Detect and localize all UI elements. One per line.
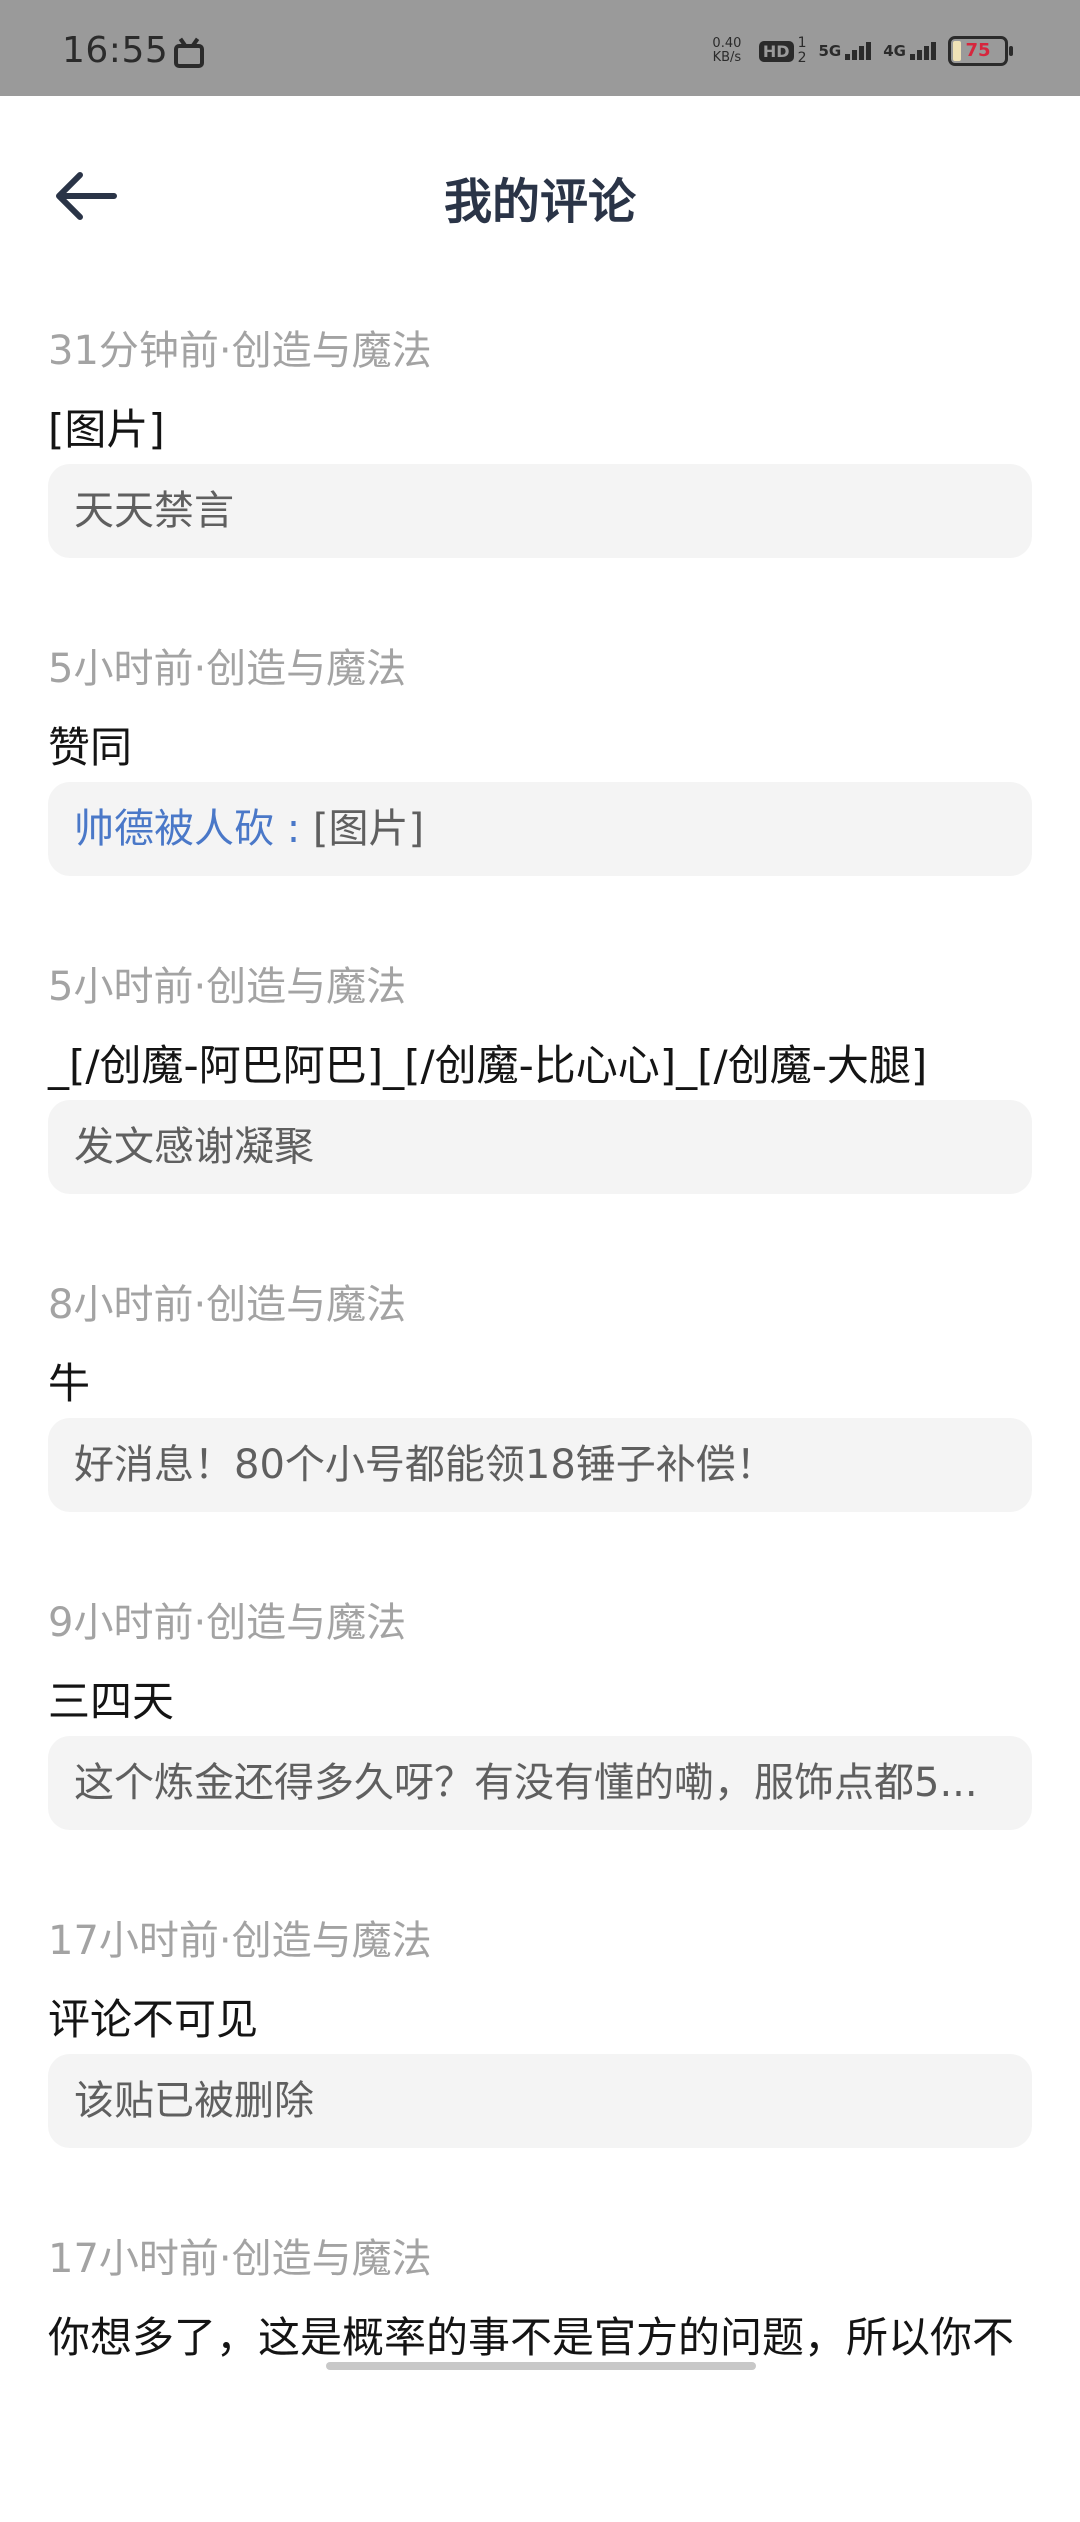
comment-item[interactable]: 17小时前·创造与魔法 评论不可见 该贴已被删除 [48, 1886, 1032, 2204]
signal-5g-label: 5G [818, 42, 842, 60]
status-bar: 16:55 0.40 KB/s HD 12 5G 4G 75 [0, 0, 1080, 96]
quoted-post[interactable]: 帅德被人砍 : [图片] [48, 782, 1032, 876]
comment-list: 31分钟前·创造与魔法 [图片] 天天禁言 5小时前·创造与魔法 赞同 帅德被人… [48, 296, 1032, 2522]
comment-item[interactable]: 31分钟前·创造与魔法 [图片] 天天禁言 [48, 296, 1032, 614]
comment-meta: 8小时前·创造与魔法 [48, 1282, 407, 1328]
quoted-post[interactable]: 好消息！80个小号都能领18锤子补偿！ [48, 1418, 1032, 1512]
quoted-text: 好消息！80个小号都能领18锤子补偿！ [74, 1442, 776, 1488]
comment-item[interactable]: 8小时前·创造与魔法 牛 好消息！80个小号都能领18锤子补偿！ [48, 1250, 1032, 1568]
comment-meta: 5小时前·创造与魔法 [48, 646, 407, 692]
comment-text: 三四天 [48, 1677, 175, 1726]
comment-text: 你想多了，这是概率的事不是官方的问题，所以你不 [48, 2313, 1015, 2362]
quoted-post[interactable]: 天天禁言 [48, 464, 1032, 558]
hd-icon: HD [758, 40, 794, 62]
tv-app-icon [174, 44, 204, 68]
comment-text: [图片] [48, 405, 165, 454]
comment-meta: 9小时前·创造与魔法 [48, 1600, 407, 1646]
quoted-text: [图片] [312, 806, 425, 852]
comment-text: 赞同 [48, 723, 133, 772]
quoted-post[interactable]: 发文感谢凝聚 [48, 1100, 1032, 1194]
page-title: 我的评论 [443, 174, 636, 230]
signal-4g-icon: 4G [883, 42, 936, 60]
quoted-text: 该贴已被删除 [74, 2078, 314, 2124]
status-indicators: 0.40 KB/s HD 12 5G 4G 75 [707, 35, 1013, 66]
comment-item[interactable]: 5小时前·创造与魔法 _[/创魔-阿巴阿巴]_[/创魔-比心心]_[/创魔-大腿… [48, 932, 1032, 1250]
signal-5g-icon: 5G [819, 42, 872, 60]
app-header: 我的评论 [0, 96, 1080, 296]
battery-level: 75 [965, 40, 991, 61]
quoted-text: 发文感谢凝聚 [74, 1124, 314, 1170]
comment-item[interactable]: 9小时前·创造与魔法 三四天 这个炼金还得多久呀？有没有懂的嘞，服饰点都5... [48, 1568, 1032, 1886]
battery-icon: 75 [948, 36, 1013, 66]
comment-item[interactable]: 5小时前·创造与魔法 赞同 帅德被人砍 : [图片] [48, 614, 1032, 932]
comment-text: 牛 [48, 1359, 91, 1408]
home-indicator[interactable] [326, 2362, 756, 2370]
sim-slot-label: 12 [797, 35, 807, 66]
comment-text: 评论不可见 [48, 1995, 259, 2044]
status-time: 16:55 [62, 30, 169, 71]
quoted-post[interactable]: 该贴已被删除 [48, 2054, 1032, 2148]
quoted-text: 天天禁言 [74, 488, 234, 534]
quoted-user: 帅德被人砍 : [74, 806, 313, 852]
comment-text: _[/创魔-阿巴阿巴]_[/创魔-比心心]_[/创魔-大腿] [48, 1041, 928, 1090]
network-speed: 0.40 KB/s [707, 37, 747, 65]
signal-4g-label: 4G [883, 42, 906, 60]
quoted-text: 这个炼金还得多久呀？有没有懂的嘞，服饰点都5... [74, 1760, 978, 1806]
comment-meta: 17小时前·创造与魔法 [48, 1918, 432, 1964]
quoted-post[interactable]: 这个炼金还得多久呀？有没有懂的嘞，服饰点都5... [48, 1736, 1032, 1830]
comment-meta: 5小时前·创造与魔法 [48, 964, 407, 1010]
comment-meta: 31分钟前·创造与魔法 [48, 328, 432, 374]
comment-meta: 17小时前·创造与魔法 [48, 2236, 432, 2282]
network-speed-unit: KB/s [712, 50, 742, 65]
network-speed-value: 0.40 [712, 36, 742, 51]
